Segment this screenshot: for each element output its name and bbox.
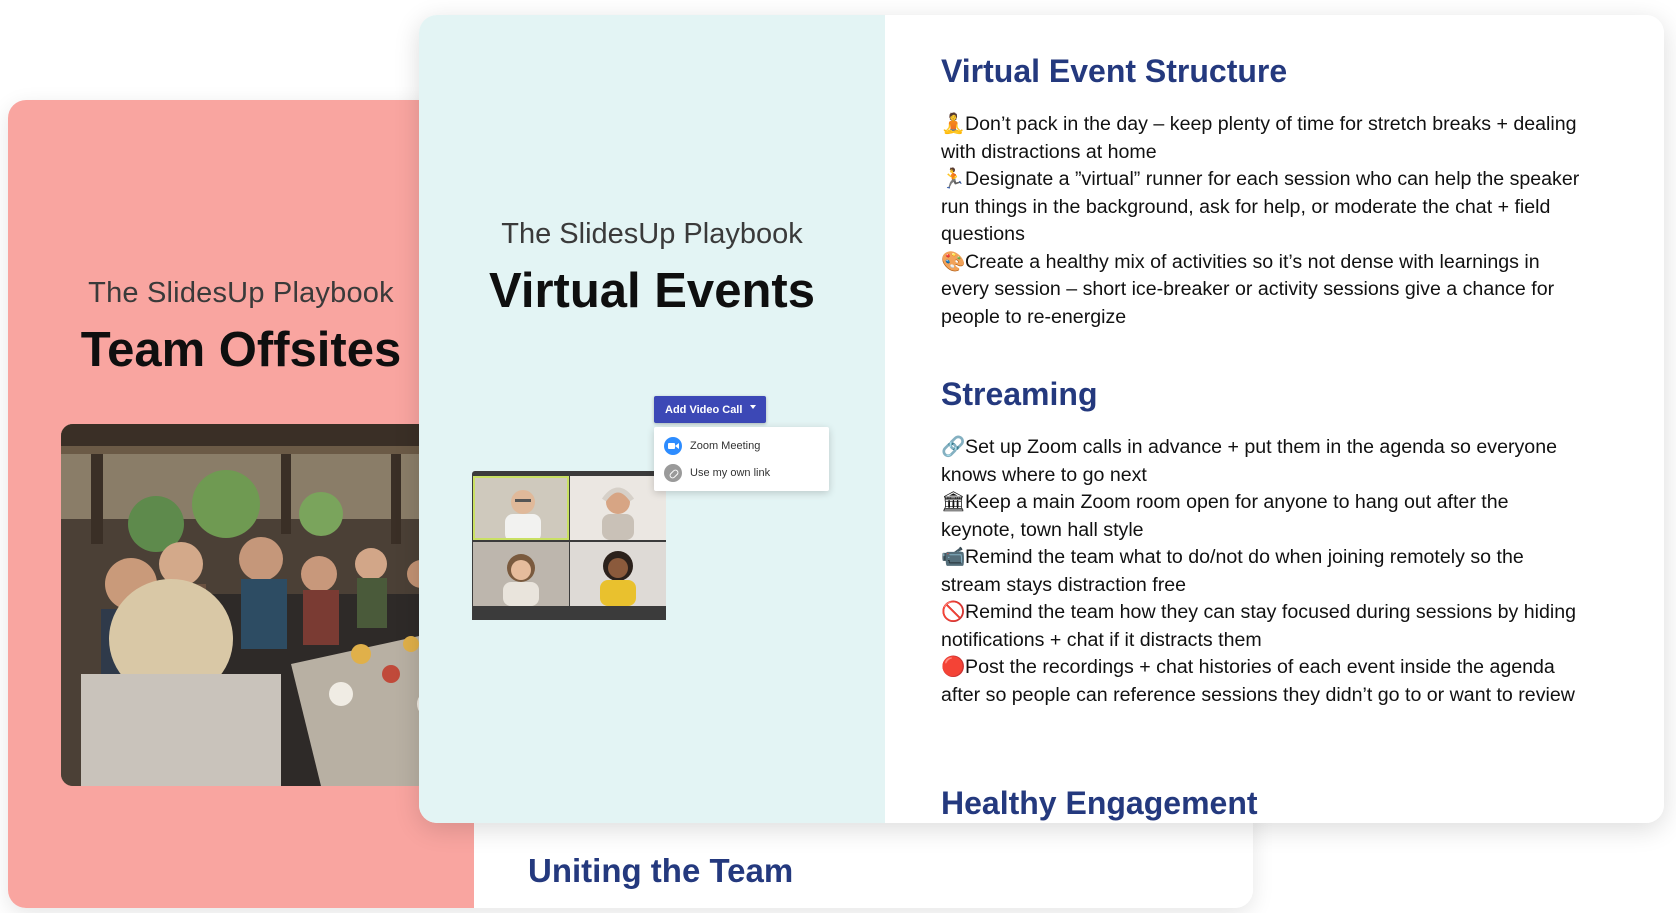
- participant-tile: [570, 542, 666, 606]
- team-offsites-kicker: The SlidesUp Playbook: [88, 277, 394, 309]
- menu-item-label: Use my own link: [690, 466, 771, 479]
- meditation-icon: 🧘: [941, 113, 966, 135]
- list-item: 🚫Remind the team how they can stay focus…: [941, 599, 1581, 654]
- zoom-icon: [664, 436, 682, 455]
- list-item: 🧘Don’t pack in the day – keep plenty of …: [941, 111, 1581, 166]
- section-title-engagement: Healthy Engagement: [941, 785, 1258, 821]
- structure-bullets: 🧘Don’t pack in the day – keep plenty of …: [941, 111, 1581, 331]
- palette-icon: 🎨: [941, 250, 966, 273]
- video-camera-icon: 📹: [941, 546, 966, 568]
- link-icon: 🔗: [941, 436, 966, 458]
- list-item: 🔗Set up Zoom calls in advance + put them…: [941, 434, 1581, 489]
- section-title-streaming: Streaming: [941, 376, 1098, 412]
- virtual-events-kicker: The SlidesUp Playbook: [501, 218, 803, 250]
- streaming-bullets: 🔗Set up Zoom calls in advance + put them…: [941, 434, 1581, 709]
- participant-tile: [570, 476, 666, 540]
- virtual-events-cover: The SlidesUp Playbook Virtual Events Add…: [419, 15, 885, 823]
- participant-avatar: [570, 542, 666, 606]
- group-dinner-photo: [61, 424, 474, 786]
- video-grid-toolbar: [472, 612, 666, 620]
- participant-avatar: [570, 476, 666, 540]
- participant-tile: [473, 476, 569, 540]
- list-item-text: Remind the team what to do/not do when j…: [941, 546, 1524, 596]
- add-video-call-label: Add Video Call: [665, 403, 743, 416]
- add-video-call-button[interactable]: Add Video Call: [654, 396, 766, 423]
- group-dinner-illustration: [61, 424, 474, 786]
- classical-building-icon: 🏛: [941, 491, 966, 513]
- list-item: 📹Remind the team what to do/not do when …: [941, 544, 1581, 599]
- participant-avatar: [475, 478, 567, 538]
- virtual-events-content: Virtual Event Structure 🧘Don’t pack in t…: [885, 15, 1664, 823]
- virtual-events-card[interactable]: The SlidesUp Playbook Virtual Events Add…: [419, 15, 1664, 823]
- participant-avatar: [473, 542, 569, 606]
- list-item-text: Don’t pack in the day – keep plenty of t…: [941, 113, 1577, 163]
- list-item-text: Keep a main Zoom room open for anyone to…: [941, 491, 1509, 541]
- list-item: 🔴Post the recordings + chat histories of…: [941, 654, 1581, 709]
- prohibited-icon: 🚫: [941, 601, 966, 623]
- team-offsites-cover: The SlidesUp Playbook Team Offsites: [8, 100, 474, 908]
- list-item-text: Create a healthy mix of activities so it…: [941, 250, 1555, 328]
- list-item-text: Set up Zoom calls in advance + put them …: [941, 436, 1557, 486]
- list-item-text: Designate a ”virtual” runner for each se…: [941, 168, 1580, 245]
- menu-item-zoom-meeting[interactable]: Zoom Meeting: [654, 432, 829, 459]
- list-item-text: Post the recordings + chat histories of …: [941, 656, 1575, 706]
- red-circle-icon: 🔴: [941, 656, 966, 678]
- video-call-menu: Zoom Meeting Use my own link: [654, 427, 829, 491]
- section-title-structure: Virtual Event Structure: [941, 53, 1288, 89]
- menu-item-own-link[interactable]: Use my own link: [654, 459, 829, 486]
- uniting-the-team-heading: Uniting the Team: [528, 852, 794, 889]
- runner-icon: 🏃: [941, 168, 966, 190]
- list-item: 🎨Create a healthy mix of activities so i…: [941, 249, 1581, 332]
- list-item: 🏛Keep a main Zoom room open for anyone t…: [941, 489, 1581, 544]
- team-offsites-title: Team Offsites: [80, 323, 402, 377]
- participant-tile: [473, 542, 569, 606]
- list-item-text: Remind the team how they can stay focuse…: [941, 601, 1577, 651]
- list-item: 🏃Designate a ”virtual” runner for each s…: [941, 166, 1581, 249]
- video-call-grid: [472, 471, 666, 620]
- link-icon: [664, 463, 682, 482]
- menu-item-label: Zoom Meeting: [690, 439, 761, 452]
- virtual-events-title: Virtual Events: [489, 264, 815, 318]
- chevron-down-icon[interactable]: [750, 405, 756, 409]
